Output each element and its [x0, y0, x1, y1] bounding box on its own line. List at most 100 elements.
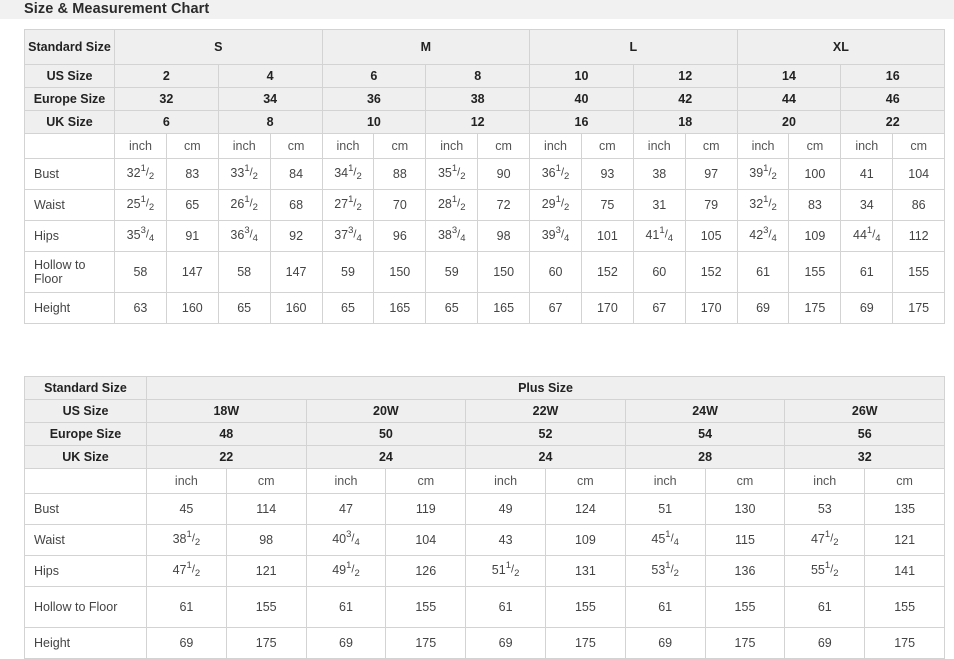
measurement-value: 321/2: [114, 158, 167, 190]
measurement-value: 69: [736, 292, 790, 324]
size-value: 12: [632, 64, 738, 88]
measurement-value: 83: [165, 158, 219, 190]
plus-measurement-value: 69: [624, 627, 706, 659]
measurement-value: 391/2: [736, 158, 790, 190]
plus-measurement-label-height: Height: [24, 627, 147, 659]
measurement-value: 109: [788, 220, 842, 252]
plus-measurement-value: 115: [704, 524, 786, 556]
size-value: 42: [632, 87, 738, 111]
plus-unit-label-inch: inch: [465, 468, 546, 494]
plus-size-value: 24W: [624, 399, 786, 423]
measurement-label-hollow-to-floor: Hollow to Floor: [24, 251, 115, 293]
plus-measurement-value: 45: [146, 493, 227, 525]
measurement-value: 363/4: [217, 220, 271, 252]
plus-measurement-value: 61: [784, 586, 866, 628]
plus-measurement-value: 121: [225, 555, 307, 587]
plus-unit-label-cm: cm: [385, 468, 467, 494]
plus-measurement-value: 175: [704, 627, 786, 659]
plus-measurement-label-bust: Bust: [24, 493, 147, 525]
measurement-value: 155: [892, 251, 946, 293]
plus-group-header-row: Standard Size Plus Size: [24, 376, 946, 400]
standard-size-header: Standard Size: [24, 29, 115, 65]
measurement-value: 147: [165, 251, 219, 293]
measurement-value: 63: [114, 292, 167, 324]
plus-measurement-value: 403/4: [305, 524, 387, 556]
plus-measurement-row-waist: Waist 381/2 98 403/4 104 43 109 451/4 115 471/2 12…: [24, 524, 946, 556]
measurement-value: 84: [269, 158, 323, 190]
measurement-value: 331/2: [217, 158, 271, 190]
plus-measurement-value: 131: [544, 555, 626, 587]
measurement-value: 281/2: [425, 189, 479, 221]
measurement-value: 160: [165, 292, 219, 324]
plus-row-label-uk-size: UK Size: [24, 445, 147, 469]
plus-measurement-value: 114: [225, 493, 307, 525]
measurement-value: 165: [373, 292, 427, 324]
unit-label-inch: inch: [736, 133, 790, 159]
size-row-uk-size: UK Size 6 8 10 12 16 18 20 22: [24, 110, 946, 134]
measurement-value: 60: [529, 251, 582, 293]
measurement-value: 165: [477, 292, 531, 324]
measurement-value: 67: [632, 292, 686, 324]
measurement-value: 38: [632, 158, 686, 190]
plus-unit-label-cm: cm: [704, 468, 786, 494]
size-value: 2: [114, 64, 219, 88]
size-value: 18: [632, 110, 738, 134]
measurement-value: 79: [684, 189, 738, 221]
plus-measurement-row-hips: Hips 471/2 121 491/2 126 511/2 131 531/2 136 551/…: [24, 555, 946, 587]
size-value: 16: [840, 64, 946, 88]
unit-label-cm: cm: [165, 133, 219, 159]
measurement-value: 91: [165, 220, 219, 252]
plus-size-value: 22W: [465, 399, 626, 423]
measurement-value: 150: [477, 251, 531, 293]
measurement-value: 88: [373, 158, 427, 190]
size-value: 32: [114, 87, 219, 111]
measurement-value: 68: [269, 189, 323, 221]
size-value: 12: [425, 110, 531, 134]
measurement-label-hips: Hips: [24, 220, 115, 252]
size-value: 10: [321, 110, 427, 134]
measurement-value: 70: [373, 189, 427, 221]
measurement-value: 353/4: [114, 220, 167, 252]
measurement-row-hips: Hips 353/4 91 363/4 92 373/4 96 383/4 98 393/4 101…: [24, 220, 946, 252]
plus-measurement-label-hips: Hips: [24, 555, 147, 587]
size-value: 40: [529, 87, 634, 111]
measurement-row-waist: Waist 251/2 65 261/2 68 271/2 70 281/2 72 291/2 75…: [24, 189, 946, 221]
plus-size-value: 28: [624, 445, 786, 469]
plus-size-table: Standard Size Plus Size US Size 18W 20W 22W 24…: [24, 376, 946, 659]
plus-measurement-value: 61: [146, 586, 227, 628]
measurement-row-bust: Bust 321/2 83 331/2 84 341/2 88 351/2 90 361/2 93 3…: [24, 158, 946, 190]
row-label-europe-size: Europe Size: [24, 87, 115, 111]
measurement-value: 175: [788, 292, 842, 324]
plus-size-value: 20W: [305, 399, 467, 423]
size-group-s: S: [114, 29, 323, 65]
measurement-value: 60: [632, 251, 686, 293]
unit-label-cm: cm: [684, 133, 738, 159]
plus-measurement-value: 53: [784, 493, 866, 525]
plus-size-value: 24: [465, 445, 626, 469]
plus-measurement-value: 155: [385, 586, 467, 628]
size-value: 6: [321, 64, 427, 88]
plus-size-value: 54: [624, 422, 786, 446]
size-value: 22: [840, 110, 946, 134]
unit-label-inch: inch: [217, 133, 271, 159]
plus-measurement-value: 175: [225, 627, 307, 659]
size-row-europe-size: Europe Size 32 34 36 38 40 42 44 46: [24, 87, 946, 111]
plus-measurement-value: 69: [305, 627, 387, 659]
unit-label-cm: cm: [269, 133, 323, 159]
measurement-value: 41: [840, 158, 894, 190]
plus-measurement-value: 155: [544, 586, 626, 628]
size-chart-page: Size & Measurement Chart Standard Size S M…: [0, 0, 954, 659]
measurement-value: 271/2: [321, 189, 375, 221]
plus-measurement-value: 551/2: [784, 555, 866, 587]
measurement-value: 175: [892, 292, 946, 324]
size-value: 8: [425, 64, 531, 88]
plus-measurement-value: 136: [704, 555, 786, 587]
plus-unit-label-cm: cm: [864, 468, 946, 494]
measurement-value: 152: [684, 251, 738, 293]
plus-measurement-value: 471/2: [784, 524, 866, 556]
plus-measurement-label-waist: Waist: [24, 524, 147, 556]
standard-size-table: Standard Size S M L XL US Size 2 4 6 8 10 12 14 16 Eur…: [24, 29, 946, 324]
page-title: Size & Measurement Chart: [24, 1, 210, 17]
plus-measurement-value: 61: [465, 586, 546, 628]
unit-label-cm: cm: [373, 133, 427, 159]
